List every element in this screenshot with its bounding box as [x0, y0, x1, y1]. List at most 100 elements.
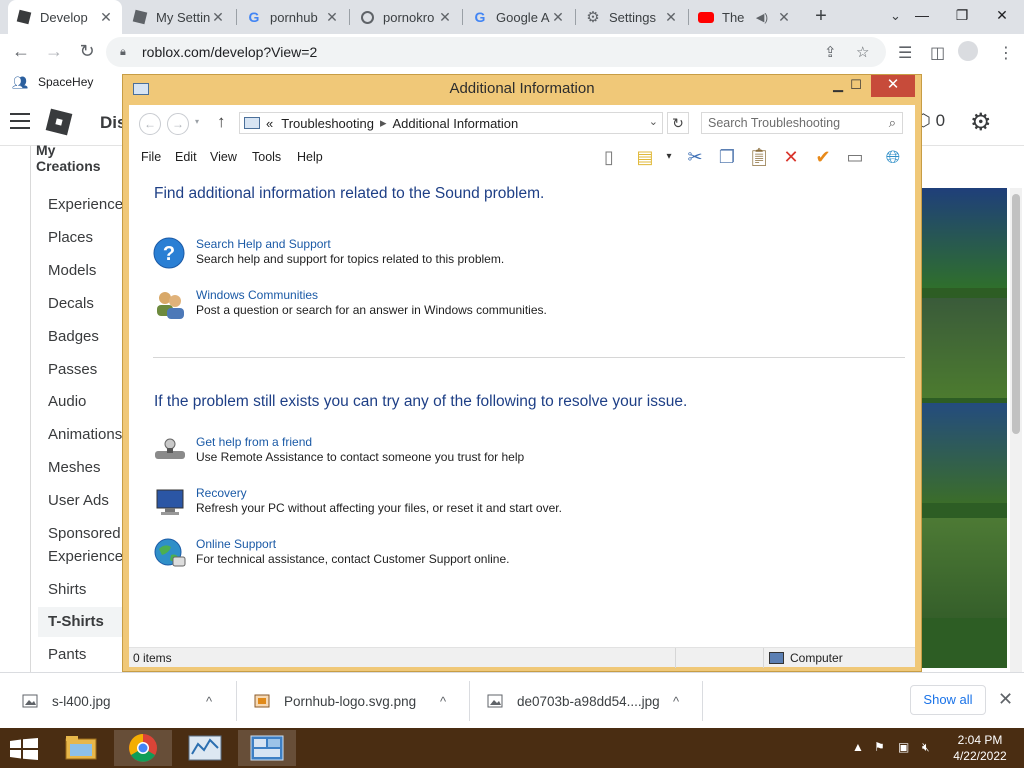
- menu-view[interactable]: View: [210, 150, 237, 164]
- profile-avatar[interactable]: [958, 41, 978, 61]
- item-link[interactable]: Search Help and Support: [196, 237, 331, 251]
- side-panel-icon[interactable]: ◫: [930, 43, 945, 63]
- up-button[interactable]: ↑: [217, 112, 226, 132]
- address-bar[interactable]: 🔒︎ roblox.com/develop?View=2 ⇪ ☆: [106, 37, 886, 67]
- delete-icon[interactable]: ✕: [779, 147, 803, 167]
- checkmark-icon[interactable]: ✔: [811, 147, 835, 167]
- minimize-button[interactable]: —: [904, 2, 940, 30]
- tab-pornokro[interactable]: pornokro ✕: [351, 0, 461, 34]
- sidebar-item-audio[interactable]: Audio: [48, 393, 86, 410]
- maximize-button[interactable]: ☐: [843, 77, 869, 97]
- breadcrumb-additional-information[interactable]: Additional Information: [393, 116, 519, 131]
- reload-button[interactable]: ↻: [74, 40, 100, 64]
- address-field[interactable]: « Troubleshooting ▸ Additional Informati…: [239, 112, 663, 134]
- close-icon[interactable]: ✕: [550, 9, 566, 26]
- item-link[interactable]: Windows Communities: [196, 288, 318, 302]
- close-window-button[interactable]: ✕: [984, 2, 1020, 30]
- more-menu-icon[interactable]: ⋮: [998, 43, 1014, 63]
- sidebar-item-pants[interactable]: Pants: [48, 646, 86, 663]
- chevron-up-icon[interactable]: ^: [673, 694, 679, 709]
- file-explorer-taskbar-icon[interactable]: [52, 730, 110, 766]
- tab-develop[interactable]: Develop ✕: [8, 0, 122, 34]
- sidebar-item-places[interactable]: Places: [48, 229, 93, 246]
- forward-button[interactable]: →: [41, 40, 67, 64]
- download-item[interactable]: Pornhub-logo.svg.png ^: [254, 673, 466, 729]
- sidebar-item-badges[interactable]: Badges: [48, 328, 99, 345]
- refresh-button[interactable]: ↻: [667, 112, 689, 134]
- rename-icon[interactable]: ▭: [843, 147, 867, 167]
- sidebar-item-t-shirts[interactable]: T-Shirts: [38, 607, 122, 637]
- chevron-down-icon[interactable]: ▾: [657, 147, 681, 167]
- close-icon[interactable]: ✕: [210, 9, 226, 26]
- close-icon[interactable]: ✕: [98, 9, 114, 26]
- item-link[interactable]: Recovery: [196, 486, 247, 500]
- show-all-button[interactable]: Show all: [910, 685, 986, 715]
- sidebar-item-sponsored-experience[interactable]: Experience: [48, 548, 123, 565]
- sidebar-item-sponsored[interactable]: Sponsored: [48, 525, 121, 542]
- back-button[interactable]: ←: [8, 40, 34, 64]
- chrome-taskbar-icon[interactable]: [114, 730, 172, 766]
- recent-locations-icon[interactable]: ▾: [195, 117, 199, 126]
- share-icon[interactable]: ⇪: [824, 43, 837, 61]
- preview-pane-icon[interactable]: ▯: [597, 147, 621, 167]
- menu-help[interactable]: Help: [297, 150, 323, 164]
- sidebar-item-decals[interactable]: Decals: [48, 295, 94, 312]
- properties-icon[interactable]: ▤: [633, 147, 657, 167]
- thumbnail-image[interactable]: [920, 298, 1007, 398]
- close-icon[interactable]: ✕: [776, 9, 792, 26]
- close-icon[interactable]: ✕: [663, 9, 679, 26]
- thumbnail-image[interactable]: [920, 403, 1007, 503]
- close-icon[interactable]: ✕: [998, 689, 1013, 710]
- chevron-up-icon[interactable]: ^: [206, 694, 212, 709]
- page-scrollbar[interactable]: [1010, 188, 1022, 672]
- settings-gear-icon[interactable]: ⚙: [970, 108, 992, 137]
- close-button[interactable]: ✕: [871, 75, 915, 97]
- download-item[interactable]: de0703b-a98dd54....jpg ^: [487, 673, 699, 729]
- reading-list-icon[interactable]: ☰: [898, 43, 912, 63]
- breadcrumb-troubleshooting[interactable]: Troubleshooting: [281, 116, 374, 131]
- tab-my-settings[interactable]: My Settin ✕: [124, 0, 234, 34]
- close-icon[interactable]: ✕: [437, 9, 453, 26]
- volume-muted-icon[interactable]: 🔇︎: [922, 740, 930, 755]
- tab-settings[interactable]: ⚙ Settings ✕: [577, 0, 687, 34]
- menu-tools[interactable]: Tools: [252, 150, 281, 164]
- chevron-down-icon[interactable]: ⌄: [890, 8, 901, 24]
- sidebar-item-shirts[interactable]: Shirts: [48, 581, 86, 598]
- cut-icon[interactable]: ✂: [683, 147, 707, 167]
- tab-pornhub[interactable]: G pornhub ✕: [238, 0, 348, 34]
- thumbnail-image[interactable]: [920, 188, 1007, 288]
- my-creations-tab[interactable]: My Creations: [36, 142, 122, 174]
- restore-button[interactable]: ❐: [944, 2, 980, 30]
- back-button[interactable]: ←: [139, 113, 161, 135]
- sidebar-item-user-ads[interactable]: User Ads: [48, 492, 109, 509]
- thumbnail-image[interactable]: [920, 518, 1007, 618]
- star-icon[interactable]: ☆: [856, 43, 869, 61]
- control-panel-taskbar-icon[interactable]: [238, 730, 296, 766]
- hamburger-menu-icon[interactable]: [10, 113, 30, 129]
- paste-icon[interactable]: 📋︎: [747, 147, 771, 167]
- chevron-up-icon[interactable]: ▲: [852, 740, 864, 754]
- menu-edit[interactable]: Edit: [175, 150, 197, 164]
- copy-icon[interactable]: ❐: [715, 147, 739, 167]
- action-center-flag-icon[interactable]: ⚑: [874, 740, 885, 754]
- tab-youtube[interactable]: The ◀) ✕: [690, 0, 800, 34]
- scrollbar-thumb[interactable]: [1012, 194, 1020, 434]
- new-tab-button[interactable]: +: [808, 5, 834, 29]
- item-link[interactable]: Get help from a friend: [196, 435, 312, 449]
- item-link[interactable]: Online Support: [196, 537, 276, 551]
- sidebar-item-meshes[interactable]: Meshes: [48, 459, 101, 476]
- search-input[interactable]: Search Troubleshooting ⌕: [701, 112, 903, 134]
- sidebar-item-experiences[interactable]: Experiences: [48, 196, 131, 213]
- bookmark-spacehey[interactable]: 👥︎ SpaceHey: [12, 75, 93, 90]
- sidebar-item-passes[interactable]: Passes: [48, 361, 97, 378]
- menu-file[interactable]: File: [141, 150, 161, 164]
- network-icon[interactable]: ▣: [898, 740, 909, 754]
- tab-google[interactable]: G Google A ✕: [464, 0, 574, 34]
- chevron-down-icon[interactable]: ⌄: [649, 115, 658, 128]
- forward-button[interactable]: →: [167, 113, 189, 135]
- chevron-up-icon[interactable]: ^: [440, 694, 446, 709]
- sidebar-item-animations[interactable]: Animations: [48, 426, 122, 443]
- sidebar-item-models[interactable]: Models: [48, 262, 96, 279]
- close-icon[interactable]: ✕: [324, 9, 340, 26]
- windows-start-icon[interactable]: [10, 738, 38, 760]
